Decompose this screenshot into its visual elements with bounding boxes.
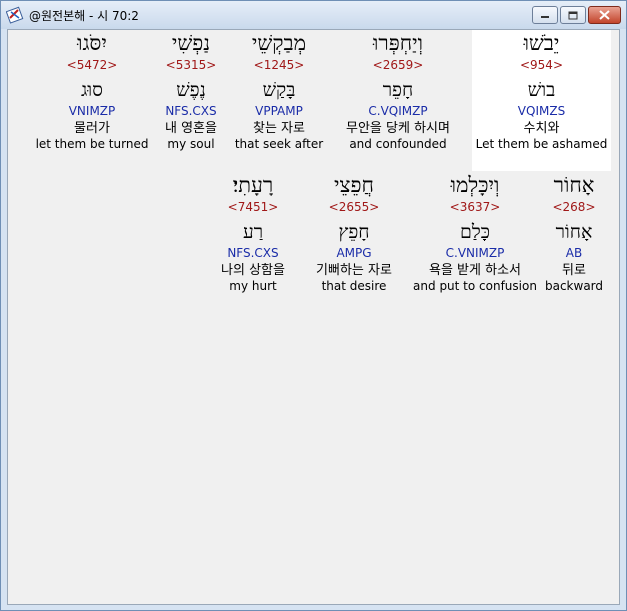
strong-number[interactable]: <5315> xyxy=(166,58,217,72)
hebrew-root: נֶפֶשׁ xyxy=(176,79,206,101)
english-gloss: let them be turned xyxy=(35,137,149,151)
hebrew-word: וְיִכָּלְמוּ xyxy=(450,173,500,197)
morphology-code: VNIMZP xyxy=(68,104,116,118)
word-cell[interactable]: וְיִכָּלְמוּ <3637> כָּלַם C.VNIMZP 욕을 받… xyxy=(409,172,541,313)
hebrew-word: יִסֹּגוּ xyxy=(77,31,107,55)
korean-gloss: 욕을 받게 하소서 xyxy=(429,263,521,278)
hebrew-word: מְבַקְשֵׁי xyxy=(251,31,307,55)
english-gloss: that desire xyxy=(321,279,387,293)
word-cell[interactable]: יֵבֹשׁוּ <954> בושׁ VQIMZS 수치와 Let them … xyxy=(472,30,611,171)
morphology-code: VPPAMP xyxy=(255,104,303,118)
morphology-code: AB xyxy=(565,246,583,260)
english-gloss: backward xyxy=(544,279,604,293)
strong-number[interactable]: <1245> xyxy=(254,58,305,72)
strong-number[interactable]: <2659> xyxy=(373,58,424,72)
morphology-code: VQIMZS xyxy=(517,104,566,118)
hebrew-word: רָעָתִי׃ xyxy=(232,173,274,197)
morphology-code: C.VQIMZP xyxy=(368,104,428,118)
interlinear-view[interactable]: יֵבֹשׁוּ <954> בושׁ VQIMZS 수치와 Let them … xyxy=(7,29,620,605)
word-cell[interactable]: יִסֹּגוּ <5472> סוּג VNIMZP 물러가 let them… xyxy=(35,30,149,171)
korean-gloss: 수치와 xyxy=(523,121,560,136)
hebrew-root: סוּג xyxy=(81,79,103,101)
hebrew-word: אָחוֹר xyxy=(553,173,595,197)
close-icon xyxy=(599,10,610,20)
english-gloss: Let them be ashamed xyxy=(475,137,608,151)
morphology-code: C.VNIMZP xyxy=(445,246,505,260)
korean-gloss: 나의 상함을 xyxy=(221,263,285,278)
hebrew-root: רַע xyxy=(242,221,264,243)
english-gloss: my hurt xyxy=(229,279,277,293)
strong-number[interactable]: <7451> xyxy=(228,200,279,214)
title-bar[interactable]: @원전본해 - 시 70:2 xyxy=(1,1,626,29)
korean-gloss: 물러가 xyxy=(74,121,110,136)
korean-gloss: 무안을 당케 하시며 xyxy=(346,121,450,136)
maximize-button[interactable] xyxy=(560,6,586,24)
korean-gloss: 찾는 자로 xyxy=(253,121,305,136)
hebrew-word: נַפְשִׁי xyxy=(171,31,211,55)
word-cell[interactable]: רָעָתִי׃ <7451> רַע NFS.CXS 나의 상함을 my hu… xyxy=(208,172,298,313)
korean-gloss: 뒤로 xyxy=(562,263,586,278)
word-cell[interactable]: אָחוֹר <268> אָחוֹר AB 뒤로 backward xyxy=(541,172,607,313)
english-gloss: my soul xyxy=(167,137,215,151)
english-gloss: and put to confusion xyxy=(413,279,537,293)
hebrew-root: כָּלַם xyxy=(459,221,491,243)
hebrew-root: חָפֵר xyxy=(382,79,414,101)
hebrew-root: אָחוֹר xyxy=(555,221,593,243)
strong-number[interactable]: <954> xyxy=(520,58,563,72)
maximize-icon xyxy=(568,11,578,19)
word-cell[interactable]: חֲפֵצֵי <2655> חָפֵץ AMPG 기뻐하는 자로 that d… xyxy=(302,172,406,313)
korean-gloss: 내 영혼을 xyxy=(165,121,217,136)
minimize-button[interactable] xyxy=(532,6,558,24)
strong-number[interactable]: <2655> xyxy=(329,200,380,214)
hebrew-word: יֵבֹשׁוּ xyxy=(523,31,560,55)
minimize-icon xyxy=(541,16,549,18)
close-button[interactable] xyxy=(588,6,621,24)
english-gloss: that seek after xyxy=(234,137,324,151)
korean-gloss: 기뻐하는 자로 xyxy=(316,263,392,278)
word-cell[interactable]: וְיַחְפְּרוּ <2659> חָפֵר C.VQIMZP 무안을 당… xyxy=(338,30,458,171)
hebrew-root: בָּקַשׁ xyxy=(262,79,296,101)
word-cell[interactable]: מְבַקְשֵׁי <1245> בָּקַשׁ VPPAMP 찾는 자로 t… xyxy=(234,30,324,171)
strong-number[interactable]: <3637> xyxy=(450,200,501,214)
strong-number[interactable]: <268> xyxy=(552,200,595,214)
app-window: @원전본해 - 시 70:2 יֵבֹשׁוּ <954> בושׁ VQIMZ… xyxy=(0,0,627,611)
hebrew-root: חָפֵץ xyxy=(338,221,370,243)
hebrew-word: חֲפֵצֵי xyxy=(334,173,374,197)
window-title: @원전본해 - 시 70:2 xyxy=(29,8,139,23)
hebrew-root: בושׁ xyxy=(527,79,556,101)
word-cell[interactable]: נַפְשִׁי <5315> נֶפֶשׁ NFS.CXS 내 영혼을 my … xyxy=(156,30,226,171)
english-gloss: and confounded xyxy=(349,137,447,151)
strong-number[interactable]: <5472> xyxy=(67,58,118,72)
bible-app-icon[interactable] xyxy=(6,6,24,24)
morphology-code: NFS.CXS xyxy=(227,246,279,260)
morphology-code: AMPG xyxy=(336,246,372,260)
hebrew-word: וְיַחְפְּרוּ xyxy=(373,31,423,55)
morphology-code: NFS.CXS xyxy=(165,104,217,118)
